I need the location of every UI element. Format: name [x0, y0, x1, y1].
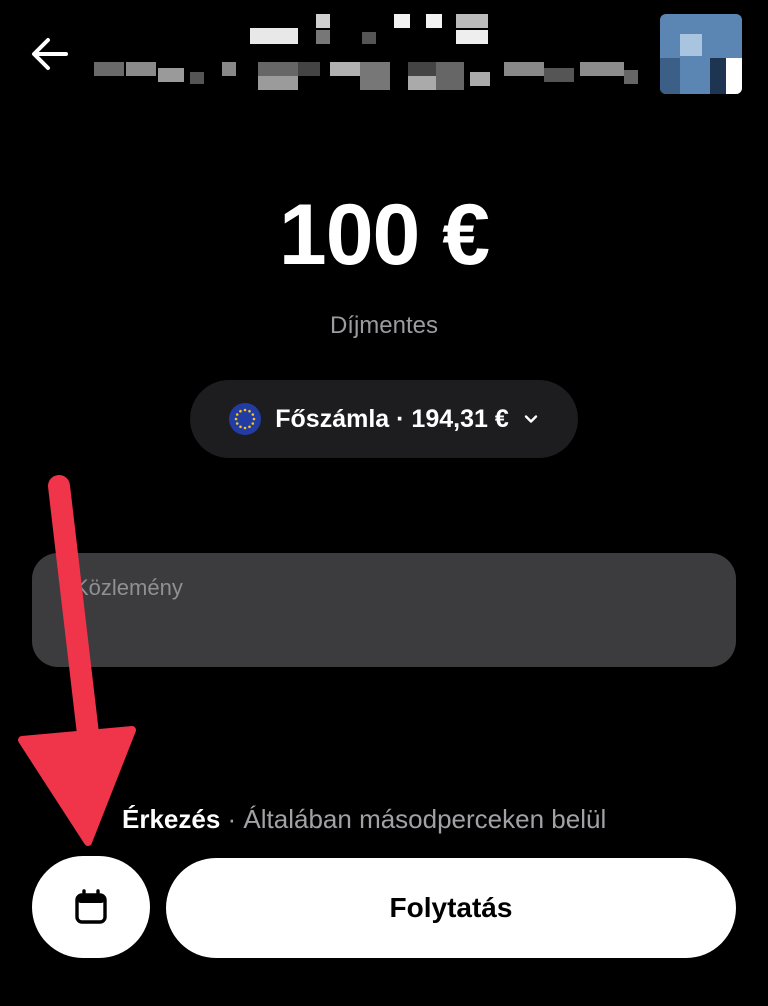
account-label: Főszámla · 194,31 €	[275, 404, 509, 433]
annotation-arrow	[18, 475, 136, 846]
arrival-label: Érkezés	[122, 804, 221, 834]
arrival-info: Érkezés · Általában másodperceken belül	[122, 804, 606, 835]
avatar[interactable]	[660, 14, 742, 94]
continue-button[interactable]: Folytatás	[166, 858, 736, 958]
arrival-detail: Általában másodperceken belül	[243, 804, 607, 834]
fee-label: Díjmentes	[329, 312, 439, 339]
chevron-down-icon	[524, 415, 537, 423]
recipient-name-obscured	[90, 10, 650, 100]
eu-flag-icon	[229, 403, 262, 435]
back-button[interactable]	[28, 34, 72, 74]
message-input[interactable]	[72, 569, 716, 607]
transfer-amount[interactable]: 100 €	[0, 186, 768, 285]
arrow-left-icon	[32, 38, 68, 70]
schedule-button[interactable]	[32, 856, 150, 958]
account-selector[interactable]: Főszámla · 194,31 €	[190, 380, 578, 458]
arrival-separator: ·	[220, 804, 244, 834]
calendar-icon	[75, 889, 107, 924]
message-field[interactable]	[32, 553, 736, 667]
